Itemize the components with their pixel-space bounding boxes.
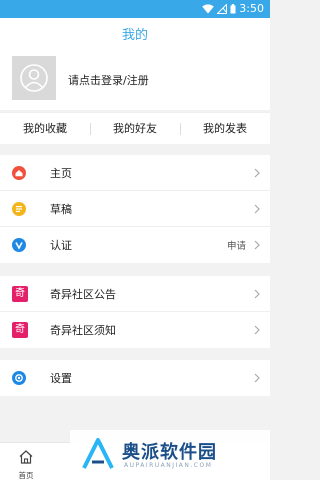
menu-group-settings: 设置 bbox=[0, 360, 270, 396]
menu-item-label: 主页 bbox=[50, 166, 72, 180]
tab-posts[interactable]: 我的发表 bbox=[180, 113, 270, 144]
tab-home[interactable]: 首页 bbox=[14, 449, 38, 480]
quick-tabs: 我的收藏 我的好友 我的发表 bbox=[0, 112, 270, 144]
page-title: 我的 bbox=[121, 28, 148, 43]
menu-group-community: 奇 奇异社区公告 奇 奇异社区须知 bbox=[0, 276, 270, 348]
watermark-logo-icon bbox=[82, 438, 114, 469]
chevron-right-icon bbox=[254, 240, 260, 250]
tab-home-label: 首页 bbox=[18, 471, 34, 480]
verify-icon bbox=[12, 238, 26, 252]
watermark-sub: AUPAIRUANJIAN.COM bbox=[124, 462, 213, 469]
profile-card[interactable]: 请点击登录/注册 bbox=[0, 54, 270, 110]
settings-icon bbox=[12, 371, 26, 385]
wifi-icon bbox=[202, 3, 215, 14]
community-icon: 奇 bbox=[12, 322, 28, 338]
chevron-right-icon bbox=[254, 204, 260, 214]
menu-item-settings[interactable]: 设置 bbox=[0, 360, 270, 396]
chevron-right-icon bbox=[254, 289, 260, 299]
chevron-right-icon bbox=[254, 168, 260, 178]
menu-item-label: 认证 bbox=[50, 239, 72, 252]
tab-friends[interactable]: 我的好友 bbox=[90, 113, 180, 144]
user-icon bbox=[20, 64, 48, 92]
apply-link[interactable]: 申请 bbox=[227, 238, 246, 252]
page-header: 我的 bbox=[0, 18, 270, 54]
home-icon bbox=[12, 165, 26, 180]
battery-icon bbox=[230, 3, 236, 14]
menu-item-announcement[interactable]: 奇 奇异社区公告 bbox=[0, 276, 270, 312]
community-icon: 奇 bbox=[12, 285, 28, 302]
chevron-right-icon bbox=[254, 325, 260, 335]
watermark: 奥派软件园 AUPAIRUANJIAN.COM bbox=[70, 430, 270, 480]
chevron-right-icon bbox=[254, 373, 260, 383]
menu-item-drafts[interactable]: 草稿 bbox=[0, 191, 270, 227]
menu-item-label: 设置 bbox=[50, 372, 72, 385]
tab-favorites[interactable]: 我的收藏 bbox=[0, 113, 90, 144]
home-outline-icon bbox=[19, 450, 33, 464]
menu-item-rules[interactable]: 奇 奇异社区须知 bbox=[0, 312, 270, 348]
menu-item-home[interactable]: 主页 bbox=[0, 155, 270, 191]
avatar[interactable] bbox=[12, 56, 56, 100]
status-time: 3:50 bbox=[239, 2, 264, 15]
menu-item-label: 奇异社区须知 bbox=[50, 324, 116, 337]
menu-item-label: 奇异社区公告 bbox=[50, 287, 116, 301]
status-bar: 3:50 bbox=[0, 0, 270, 18]
signal-icon bbox=[217, 3, 228, 14]
login-prompt[interactable]: 请点击登录/注册 bbox=[68, 72, 149, 88]
watermark-name: 奥派软件园 bbox=[122, 442, 217, 463]
menu-item-label: 草稿 bbox=[50, 202, 72, 216]
draft-icon bbox=[12, 201, 26, 216]
menu-group-main: 主页 草稿 认证 申请 bbox=[0, 155, 270, 263]
menu-item-verify[interactable]: 认证 申请 bbox=[0, 227, 270, 263]
